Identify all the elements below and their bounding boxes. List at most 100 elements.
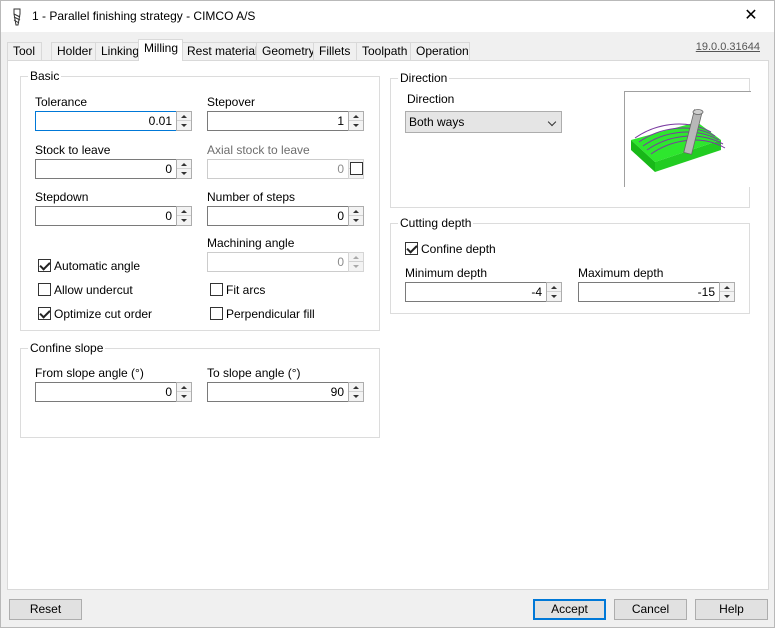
- checkbox-box[interactable]: [38, 259, 51, 272]
- optimize-cut-order-checkbox[interactable]: Optimize cut order: [38, 306, 168, 322]
- spin-down-icon: [349, 262, 363, 271]
- from-slope-angle-label: From slope angle (°): [35, 366, 144, 380]
- maximum-depth-input[interactable]: -15: [578, 282, 720, 302]
- basic-group-title: Basic: [28, 69, 62, 83]
- spin-down-icon[interactable]: [177, 216, 191, 225]
- tab-tool[interactable]: Tool: [7, 42, 42, 61]
- spin-down-icon[interactable]: [177, 169, 191, 178]
- to-slope-angle-input[interactable]: 90: [207, 382, 349, 402]
- confine-depth-label: Confine depth: [421, 242, 496, 256]
- optimize-cut-order-label: Optimize cut order: [54, 307, 153, 321]
- cutting-depth-group: Cutting depth Confine depth Minimum dept…: [390, 216, 750, 314]
- checkbox-box[interactable]: [210, 307, 223, 320]
- spin-up-icon[interactable]: [349, 112, 363, 121]
- stepdown-spin-arrows[interactable]: [176, 206, 192, 226]
- chevron-down-icon: [547, 117, 557, 127]
- close-icon: ✕: [744, 7, 758, 24]
- number-of-steps-spin-arrows[interactable]: [348, 206, 364, 226]
- close-button[interactable]: ✕: [728, 1, 774, 32]
- stepover-input[interactable]: 1: [207, 111, 349, 131]
- number-of-steps-input[interactable]: 0: [207, 206, 349, 226]
- minimum-depth-input[interactable]: -4: [405, 282, 547, 302]
- allow-undercut-checkbox[interactable]: Allow undercut: [38, 282, 158, 298]
- reset-button[interactable]: Reset: [9, 599, 82, 620]
- spin-up-icon[interactable]: [349, 383, 363, 392]
- checkbox-box[interactable]: [38, 283, 51, 296]
- spin-down-icon[interactable]: [547, 292, 561, 301]
- checkbox-box[interactable]: [350, 162, 363, 175]
- number-of-steps-label: Number of steps: [207, 190, 296, 204]
- stepdown-input[interactable]: 0: [35, 206, 177, 226]
- minimum-depth-stepper[interactable]: -4: [405, 282, 563, 302]
- number-of-steps-stepper[interactable]: 0: [207, 206, 365, 226]
- from-slope-angle-input[interactable]: 0: [35, 382, 177, 402]
- tolerance-spin-arrows[interactable]: [176, 111, 192, 131]
- stepdown-label: Stepdown: [35, 190, 89, 204]
- checkbox-box[interactable]: [210, 283, 223, 296]
- from-slope-spin-arrows[interactable]: [176, 382, 192, 402]
- spin-down-icon[interactable]: [349, 216, 363, 225]
- confine-depth-checkbox[interactable]: Confine depth: [405, 241, 525, 257]
- milling-panel: Basic Tolerance 0.01 Stepover 1 Stock to…: [7, 60, 769, 590]
- spin-down-icon[interactable]: [177, 392, 191, 401]
- stepover-stepper[interactable]: 1: [207, 111, 365, 131]
- spin-down-icon[interactable]: [177, 121, 191, 130]
- tab-holder[interactable]: Holder: [51, 42, 97, 61]
- direction-group: Direction Direction Both ways: [390, 71, 751, 208]
- stepdown-stepper[interactable]: 0: [35, 206, 193, 226]
- stepover-spin-arrows[interactable]: [348, 111, 364, 131]
- checkbox-box[interactable]: [38, 307, 51, 320]
- axial-stock-enable-checkbox[interactable]: [350, 161, 366, 177]
- spin-up-icon[interactable]: [349, 207, 363, 216]
- fit-arcs-checkbox[interactable]: Fit arcs: [210, 282, 330, 298]
- help-button[interactable]: Help: [695, 599, 768, 620]
- tab-toolpath[interactable]: Toolpath: [356, 42, 411, 61]
- machining-angle-stepper: 0: [207, 252, 365, 272]
- spin-up-icon[interactable]: [177, 160, 191, 169]
- maximum-depth-stepper[interactable]: -15: [578, 282, 736, 302]
- direction-dropdown[interactable]: Both ways: [405, 111, 562, 133]
- tab-operation[interactable]: Operation: [410, 42, 470, 61]
- perpendicular-fill-checkbox[interactable]: Perpendicular fill: [210, 306, 340, 322]
- direction-selected-value: Both ways: [409, 115, 465, 129]
- stock-to-leave-input[interactable]: 0: [35, 159, 177, 179]
- cancel-button[interactable]: Cancel: [614, 599, 687, 620]
- spin-up-icon[interactable]: [720, 283, 734, 292]
- tab-rest-material[interactable]: Rest material: [181, 42, 259, 61]
- basic-group: Basic Tolerance 0.01 Stepover 1 Stock to…: [20, 69, 380, 331]
- spin-down-icon[interactable]: [349, 392, 363, 401]
- tab-geometry[interactable]: Geometry: [256, 42, 315, 61]
- automatic-angle-label: Automatic angle: [54, 259, 141, 273]
- window-title: 1 - Parallel finishing strategy - CIMCO …: [32, 9, 256, 23]
- maximum-depth-label: Maximum depth: [578, 266, 664, 280]
- maximum-depth-spin-arrows[interactable]: [719, 282, 735, 302]
- title-bar: 1 - Parallel finishing strategy - CIMCO …: [1, 1, 774, 32]
- checkbox-box[interactable]: [405, 242, 418, 255]
- automatic-angle-checkbox[interactable]: Automatic angle: [38, 258, 158, 274]
- confine-slope-group-title: Confine slope: [28, 341, 106, 355]
- tab-linking[interactable]: Linking: [95, 42, 139, 61]
- accept-button[interactable]: Accept: [533, 599, 606, 620]
- spin-up-icon[interactable]: [547, 283, 561, 292]
- from-slope-angle-stepper[interactable]: 0: [35, 382, 193, 402]
- cutting-depth-group-title: Cutting depth: [398, 216, 474, 230]
- tab-milling[interactable]: Milling: [138, 39, 183, 61]
- stock-to-leave-spin-arrows[interactable]: [176, 159, 192, 179]
- tolerance-input[interactable]: 0.01: [35, 111, 177, 131]
- spin-up-icon[interactable]: [177, 112, 191, 121]
- minimum-depth-spin-arrows[interactable]: [546, 282, 562, 302]
- spin-up-icon[interactable]: [177, 207, 191, 216]
- to-slope-angle-stepper[interactable]: 90: [207, 382, 365, 402]
- stock-to-leave-stepper[interactable]: 0: [35, 159, 193, 179]
- machining-angle-label: Machining angle: [207, 236, 295, 250]
- version-link[interactable]: 19.0.0.31644: [696, 41, 760, 53]
- spin-up-icon[interactable]: [177, 383, 191, 392]
- tolerance-stepper[interactable]: 0.01: [35, 111, 193, 131]
- perpendicular-fill-label: Perpendicular fill: [226, 307, 315, 321]
- spin-down-icon[interactable]: [720, 292, 734, 301]
- stock-to-leave-label: Stock to leave: [35, 143, 111, 157]
- machining-angle-input: 0: [207, 252, 349, 272]
- to-slope-spin-arrows[interactable]: [348, 382, 364, 402]
- tab-fillets[interactable]: Fillets: [313, 42, 358, 61]
- spin-down-icon[interactable]: [349, 121, 363, 130]
